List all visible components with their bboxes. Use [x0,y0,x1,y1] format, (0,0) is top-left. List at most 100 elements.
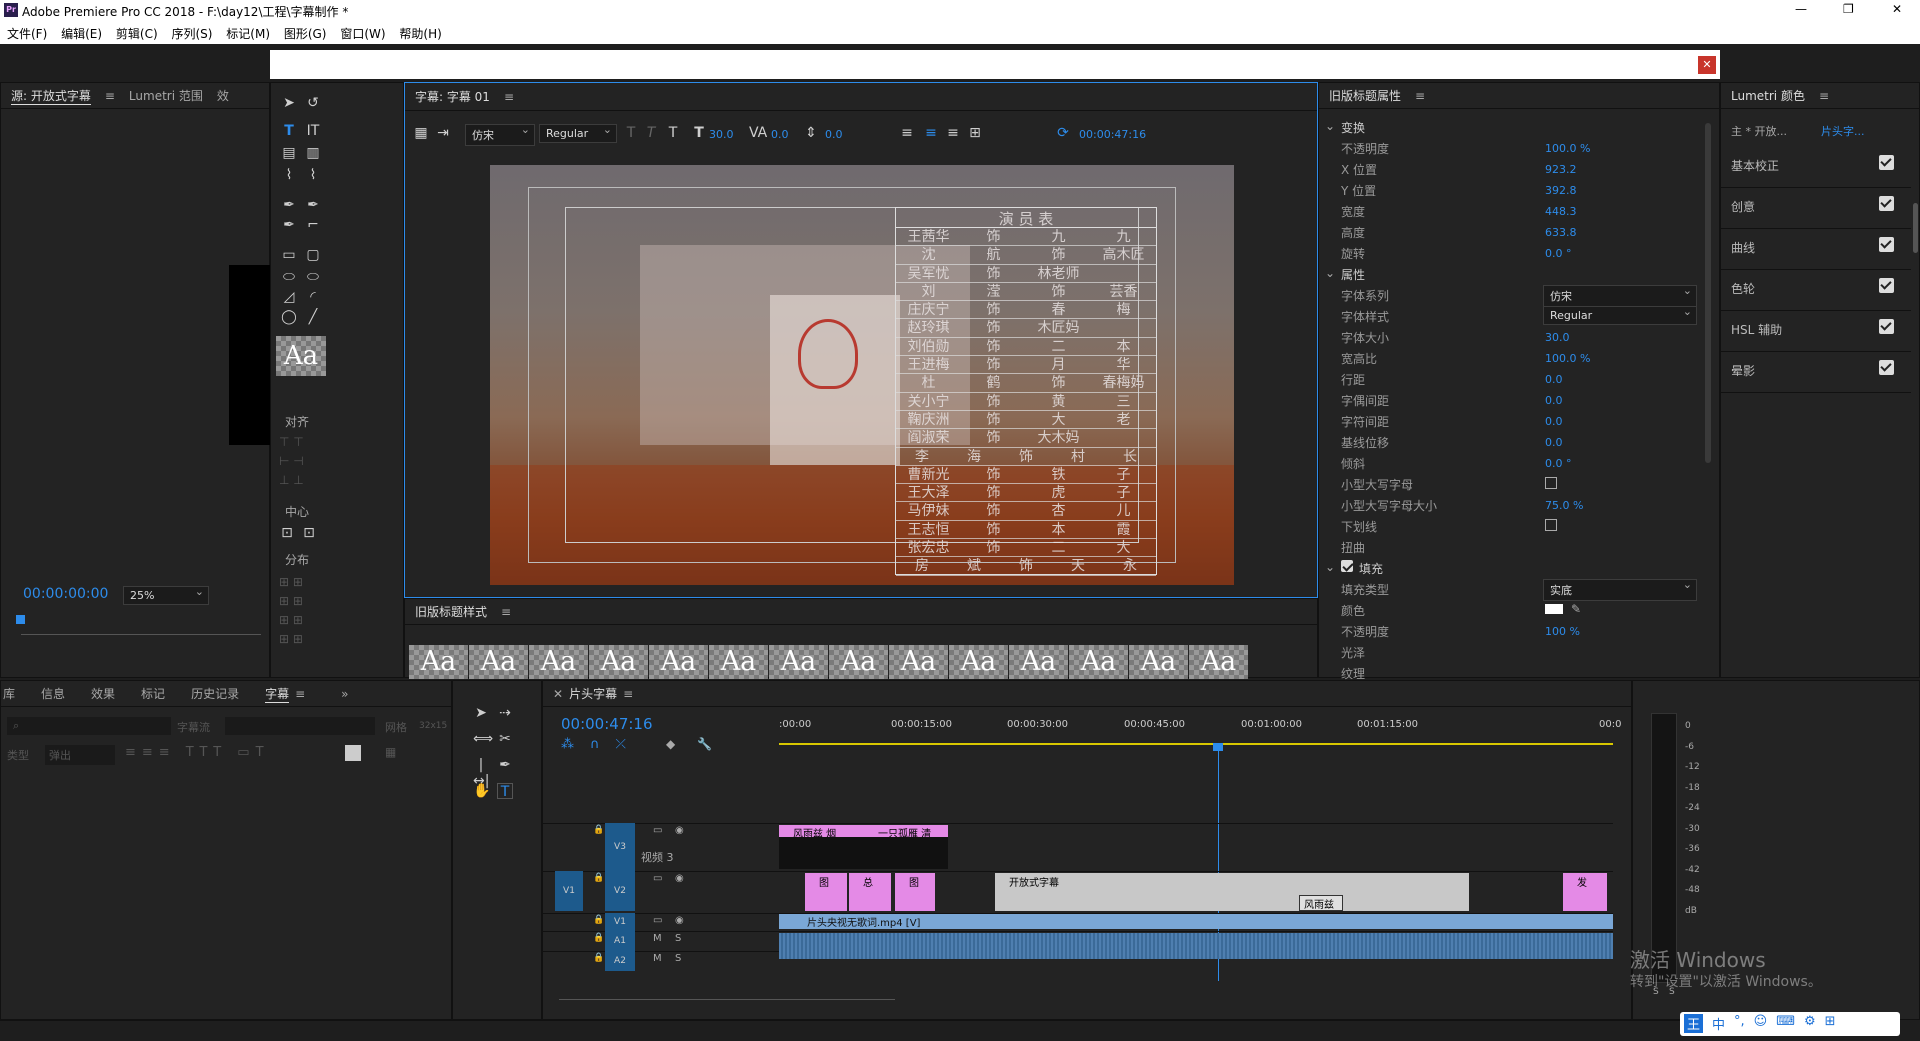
prop-value[interactable]: 75.0 % [1545,499,1583,512]
prop-value[interactable]: 0.0 ° [1545,457,1572,470]
title-clip[interactable]: 图 [805,873,847,911]
title-style-sample[interactable]: Aa [649,645,708,679]
tab-effects[interactable]: 效果 [91,685,115,702]
title-canvas[interactable]: 演 员 表 王茜华饰九九沈航饰高木匠 吴军忧饰林老师刘滢饰芸香 庄庆宁饰春梅赵玲琪饰… [490,165,1234,585]
menu-clip[interactable]: 剪辑(C) [111,22,163,45]
align-center-icon[interactable]: ≡ [923,125,939,141]
ime-item[interactable]: 中 [1712,1014,1725,1033]
section-transform[interactable]: 变换 [1341,119,1365,136]
add-anchor-tool-icon[interactable]: ✒ [281,217,297,233]
prop-select[interactable]: 实底 [1543,578,1697,601]
timeline-settings-icons[interactable]: ⁂∩⤫ [561,737,642,752]
title-style-sample[interactable]: Aa [889,645,948,679]
prop-select[interactable]: Regular [1543,305,1697,325]
vertical-area-type-tool-icon[interactable]: ▥ [305,145,321,161]
rounded-corner-tool-icon[interactable]: ⬭ [305,269,321,285]
track-id[interactable]: A2 [605,951,635,971]
selection-tool-icon[interactable]: ➤ [281,95,297,111]
sequence-tab[interactable]: 片头字幕 [569,685,617,702]
prop-checkbox[interactable] [1545,477,1557,489]
title-style-sample[interactable]: Aa [409,645,468,679]
rotation-tool-icon[interactable]: ↺ [305,95,321,111]
track-lock-icon[interactable]: 🔒 [593,873,604,883]
style-swatch[interactable]: Aa [276,336,326,376]
menu-help[interactable]: 帮助(H) [394,22,446,45]
section-toggle-icon[interactable]: ⌄ [1325,266,1335,280]
panel-menu-icon[interactable]: ≡ [504,90,514,104]
timeline-ruler[interactable]: :00:00 00:00:15:00 00:00:30:00 00:00:45:00 0… [779,719,1621,749]
tab-markers[interactable]: 标记 [141,685,165,702]
panel-menu-icon[interactable]: ≡ [1819,89,1829,103]
title-style-sample[interactable]: Aa [949,645,1008,679]
lumetri-section[interactable]: 色轮 [1731,280,1755,297]
convert-anchor-tool-icon[interactable]: ⌐ [305,217,321,233]
section-fill[interactable]: 填充 [1359,560,1383,577]
solo-button[interactable]: S [675,953,681,964]
rectangle-tool-icon[interactable]: ▭ [281,247,297,263]
ime-item[interactable]: °, [1734,1014,1745,1033]
tab-libraries[interactable]: 库 [3,685,15,702]
timeline-scroll[interactable] [559,999,895,1000]
add-marker-icon[interactable]: ◆ [666,737,675,751]
menu-file[interactable]: 文件(F) [2,22,52,45]
title-style-sample[interactable]: Aa [829,645,888,679]
track-lock-icon[interactable]: 🔒 [593,825,604,835]
work-area-bar[interactable] [779,743,1613,745]
section-attributes[interactable]: 属性 [1341,266,1365,283]
prop-select[interactable]: 仿宋 [1543,284,1697,307]
ellipse-tool-icon[interactable]: ◯ [281,309,297,325]
hand-tool-icon[interactable]: ✋ [473,783,490,799]
v1-source-patch[interactable]: V1 [555,871,583,911]
lumetri-section-checkbox[interactable] [1879,360,1894,375]
title-style-sample[interactable]: Aa [1069,645,1128,679]
bold-icon[interactable]: T [623,125,639,141]
razor-tool-icon[interactable]: ✂ [497,731,513,747]
title-style-sample[interactable]: Aa [1189,645,1248,679]
lumetri-section-checkbox[interactable] [1879,155,1894,170]
eyedropper-icon[interactable]: ✎ [1571,602,1581,616]
eye-icon[interactable]: ◉ [675,873,684,884]
properties-scrollbar[interactable] [1705,123,1711,463]
font-size-value[interactable]: 30.0 [709,128,734,141]
toggle-output-icon[interactable]: ▭ [653,825,662,836]
toggle-output-icon[interactable]: ▭ [653,873,662,884]
title-style-sample[interactable]: Aa [769,645,828,679]
prop-value[interactable]: 633.8 [1545,226,1577,239]
caption-color-swatch[interactable] [345,745,361,761]
source-zoom-select[interactable]: 25% [123,585,209,605]
track-lock-icon[interactable]: 🔒 [593,933,604,943]
track-id[interactable]: V1 [605,913,635,931]
caption-search-input[interactable]: ⌕ [7,717,171,735]
track-id[interactable]: V2 [605,871,635,911]
pen-tool-icon[interactable]: ✒ [281,197,297,213]
title-clip-body[interactable] [864,837,948,869]
lumetri-clip-select[interactable]: 片头字... [1821,123,1865,139]
arc-tool-icon[interactable]: ◜ [305,289,321,305]
vertical-path-type-tool-icon[interactable]: ⌇ [305,167,321,183]
panel-menu-icon[interactable]: ≡ [295,687,305,701]
menu-edit[interactable]: 编辑(E) [56,22,107,45]
lumetri-section-checkbox[interactable] [1879,237,1894,252]
tab-stops-icon[interactable]: ⇥ [435,125,451,141]
italic-icon[interactable]: T [643,125,659,141]
ime-item[interactable]: ☺ [1754,1014,1768,1033]
eye-icon[interactable]: ◉ [675,915,684,926]
tab-captions[interactable]: 字幕 [265,685,290,703]
underline-icon[interactable]: T [665,125,681,141]
menu-window[interactable]: 窗口(W) [335,22,390,45]
center-vertical-icon[interactable]: ⊡ [301,525,317,541]
prop-value[interactable]: 0.0 [1545,394,1563,407]
title-clip[interactable]: 图 [895,873,935,911]
tab-effects-partial[interactable]: 效 [217,87,229,104]
maximize-button[interactable]: ❐ [1843,2,1854,16]
caption-item[interactable]: 风雨兹 [1299,895,1343,911]
title-clip[interactable]: 发 [1563,873,1607,911]
font-size-icon[interactable]: T [691,125,707,141]
eye-icon[interactable]: ◉ [675,825,684,836]
menu-sequence[interactable]: 序列(S) [166,22,217,45]
audio-clip[interactable] [779,933,1613,959]
more-panels-icon[interactable]: » [341,687,348,701]
delete-anchor-tool-icon[interactable]: ✒ [305,197,321,213]
wedge-tool-icon[interactable]: ◿ [281,289,297,305]
minimize-button[interactable]: — [1795,2,1807,16]
